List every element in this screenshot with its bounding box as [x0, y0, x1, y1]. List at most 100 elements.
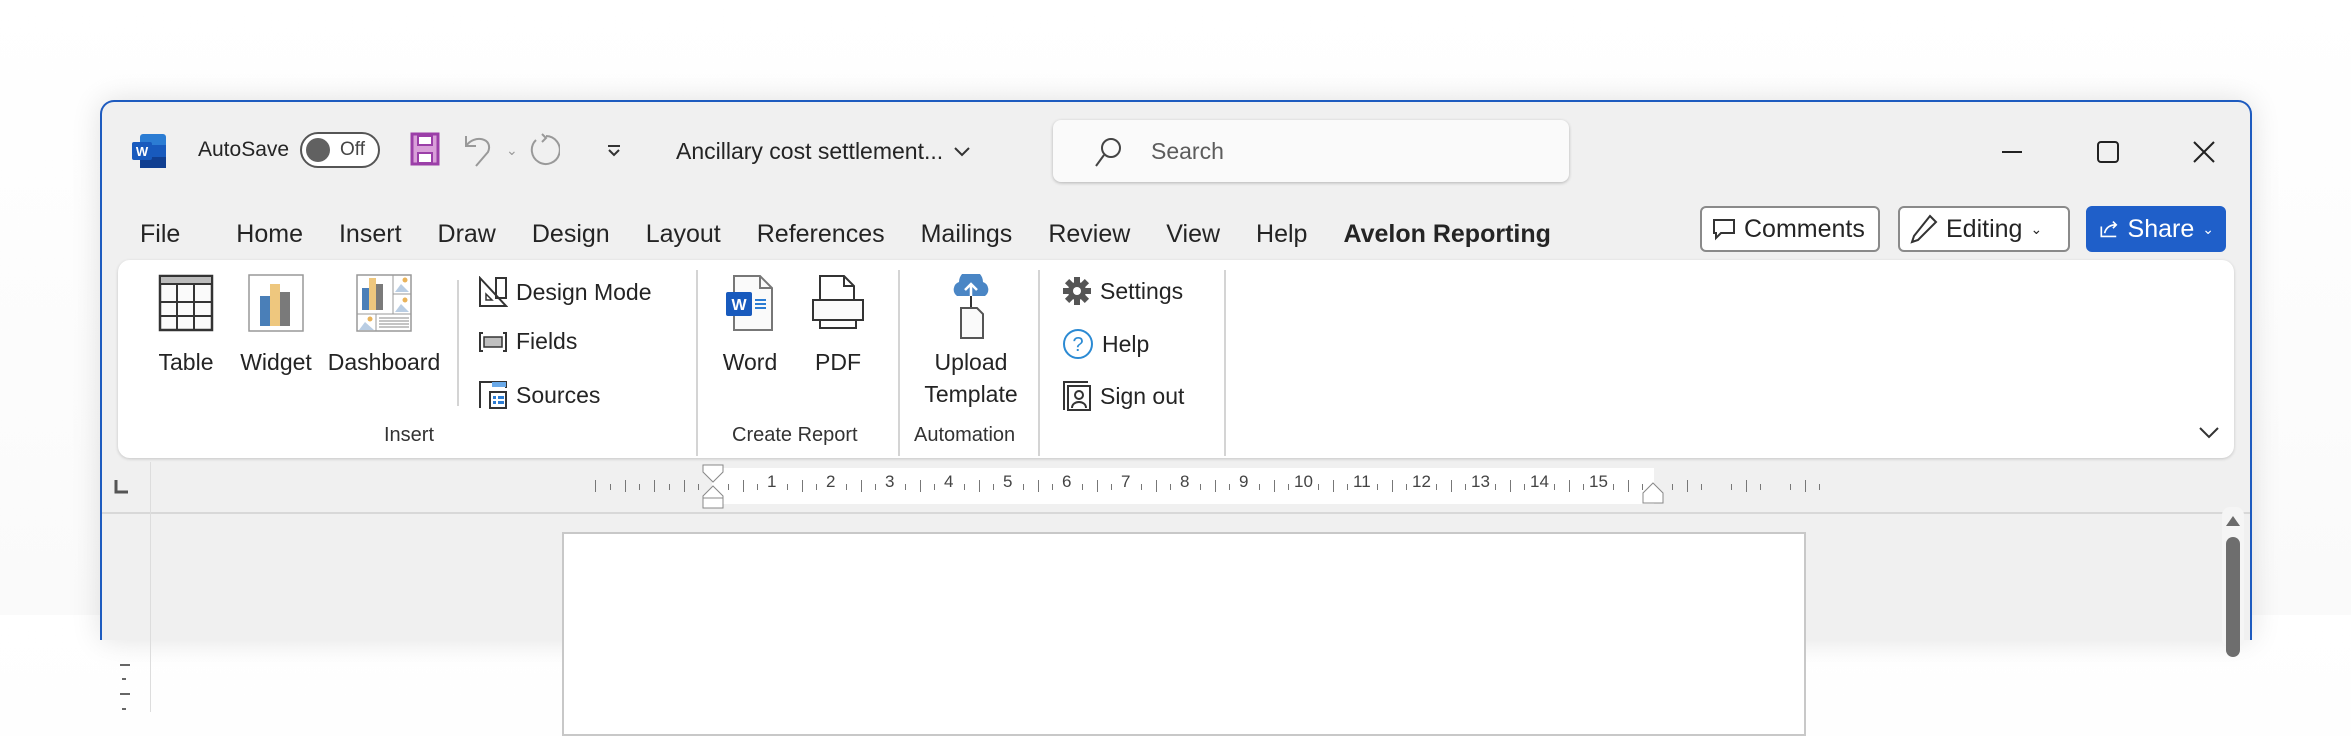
ribbon-collapse-icon[interactable]: [2198, 426, 2220, 440]
table-button[interactable]: Table: [138, 274, 234, 378]
ruler-number: 13: [1471, 472, 1490, 491]
vertical-ruler-tick: [122, 678, 126, 680]
cloud-upload-icon: [953, 274, 989, 339]
ruler-tick: [1509, 480, 1511, 492]
editing-mode-button[interactable]: Editing ⌄: [1898, 206, 2070, 252]
ruler-tick: [1760, 484, 1762, 490]
tab-references[interactable]: References: [757, 212, 885, 264]
tab-design[interactable]: Design: [532, 212, 610, 264]
ruler-tick: [993, 484, 995, 490]
settings-button[interactable]: Settings: [1062, 276, 1183, 306]
ruler-tick: [1789, 484, 1791, 490]
ruler-tick: [919, 480, 921, 492]
ruler-number: 5: [1003, 472, 1013, 491]
ruler-tick: [1155, 480, 1157, 492]
export-pdf-button[interactable]: PDF: [798, 274, 878, 378]
ruler-tick: [1612, 484, 1614, 490]
ruler-tick: [816, 484, 818, 490]
search-box[interactable]: Search: [1053, 120, 1569, 182]
fields-button[interactable]: Fields: [478, 328, 577, 355]
group-separator: [898, 270, 900, 456]
group-label-create-report: Create Report: [732, 424, 858, 446]
ruler-tick: [742, 480, 744, 492]
vertical-ruler-tick: [120, 693, 130, 695]
tab-draw[interactable]: Draw: [438, 212, 496, 264]
ruler-tick: [1317, 484, 1319, 490]
ruler-tick: [668, 484, 670, 490]
svg-text:W: W: [136, 144, 149, 159]
tab-layout[interactable]: Layout: [646, 212, 721, 264]
sign-out-label: Sign out: [1100, 382, 1185, 409]
ruler-tick: [1022, 484, 1024, 490]
ruler-tick: [845, 484, 847, 490]
ruler-number: 8: [1180, 472, 1190, 491]
document-title: Ancillary cost settlement...: [676, 138, 944, 164]
ruler-tick: [1347, 484, 1349, 490]
share-button[interactable]: Share ⌄: [2086, 206, 2226, 252]
tab-review[interactable]: Review: [1048, 212, 1130, 264]
document-title-button[interactable]: Ancillary cost settlement...: [676, 138, 971, 165]
pdf-label: PDF: [815, 349, 861, 375]
document-page[interactable]: [562, 532, 1806, 736]
vertical-ruler-tick: [122, 708, 126, 710]
upload-label-line2: Template: [924, 381, 1018, 407]
close-icon[interactable]: [2184, 132, 2224, 172]
customize-qat-icon[interactable]: [606, 144, 622, 158]
ruler-number: 12: [1412, 472, 1431, 491]
upload-template-label: Upload Template: [904, 346, 1038, 410]
design-mode-button[interactable]: Design Mode: [478, 276, 652, 308]
minimize-icon[interactable]: [1992, 132, 2032, 172]
search-placeholder: Search: [1151, 138, 1224, 164]
ruler-tick: [595, 480, 596, 492]
undo-dropdown-icon[interactable]: ⌄: [506, 142, 518, 159]
right-indent-marker[interactable]: [1642, 482, 1664, 504]
tab-avelon-reporting[interactable]: Avelon Reporting: [1343, 212, 1552, 270]
ruler-tick: [609, 484, 611, 490]
scrollbar-thumb[interactable]: [2226, 537, 2240, 657]
autosave-toggle[interactable]: Off: [300, 132, 380, 168]
tab-insert[interactable]: Insert: [339, 212, 402, 264]
tab-mailings[interactable]: Mailings: [921, 212, 1013, 264]
tab-view[interactable]: View: [1166, 212, 1220, 264]
sources-icon: [479, 381, 507, 409]
sign-out-button[interactable]: Sign out: [1062, 380, 1184, 412]
redo-icon[interactable]: [526, 132, 560, 170]
ruler-number: 15: [1589, 472, 1608, 491]
ruler-tick: [698, 484, 700, 490]
upload-template-button[interactable]: Upload Template: [904, 274, 1038, 410]
ruler-tick: [1568, 480, 1570, 492]
ruler-tick: [1435, 484, 1437, 490]
sources-button[interactable]: Sources: [478, 380, 600, 410]
ruler-number: 10: [1294, 472, 1313, 491]
ruler-tick: [978, 480, 980, 492]
tab-home[interactable]: Home: [236, 212, 303, 264]
table-label: Table: [158, 349, 214, 375]
tab-file[interactable]: File: [140, 212, 180, 264]
widget-button[interactable]: Widget: [228, 274, 324, 378]
comments-button[interactable]: Comments: [1700, 206, 1880, 252]
export-word-button[interactable]: W Word: [710, 274, 790, 378]
undo-icon[interactable]: [462, 132, 496, 168]
ruler-tick: [624, 480, 626, 492]
save-icon[interactable]: [410, 132, 440, 166]
widget-icon: [248, 274, 304, 332]
tab-stop-selector-icon[interactable]: [114, 480, 128, 494]
vertical-scrollbar[interactable]: [2222, 507, 2244, 657]
fields-label: Fields: [516, 328, 578, 354]
tab-help[interactable]: Help: [1256, 212, 1307, 264]
ruler-tick: [1081, 484, 1083, 490]
help-button[interactable]: ? Help: [1062, 328, 1149, 360]
dashboard-button[interactable]: Dashboard: [322, 274, 446, 378]
ruler-tick: [1140, 484, 1142, 490]
ruler-tick: [875, 484, 877, 490]
share-label: Share: [2127, 214, 2195, 243]
vertical-ruler-divider: [150, 512, 151, 712]
ruler-tick: [860, 480, 862, 492]
indent-marker[interactable]: [702, 464, 724, 510]
scroll-up-icon[interactable]: [2225, 515, 2241, 527]
comments-label: Comments: [1744, 214, 1865, 243]
maximize-icon[interactable]: [2088, 132, 2128, 172]
upload-label-line1: Upload: [934, 349, 1008, 375]
table-icon: [158, 274, 214, 332]
dashboard-icon: [356, 274, 412, 332]
